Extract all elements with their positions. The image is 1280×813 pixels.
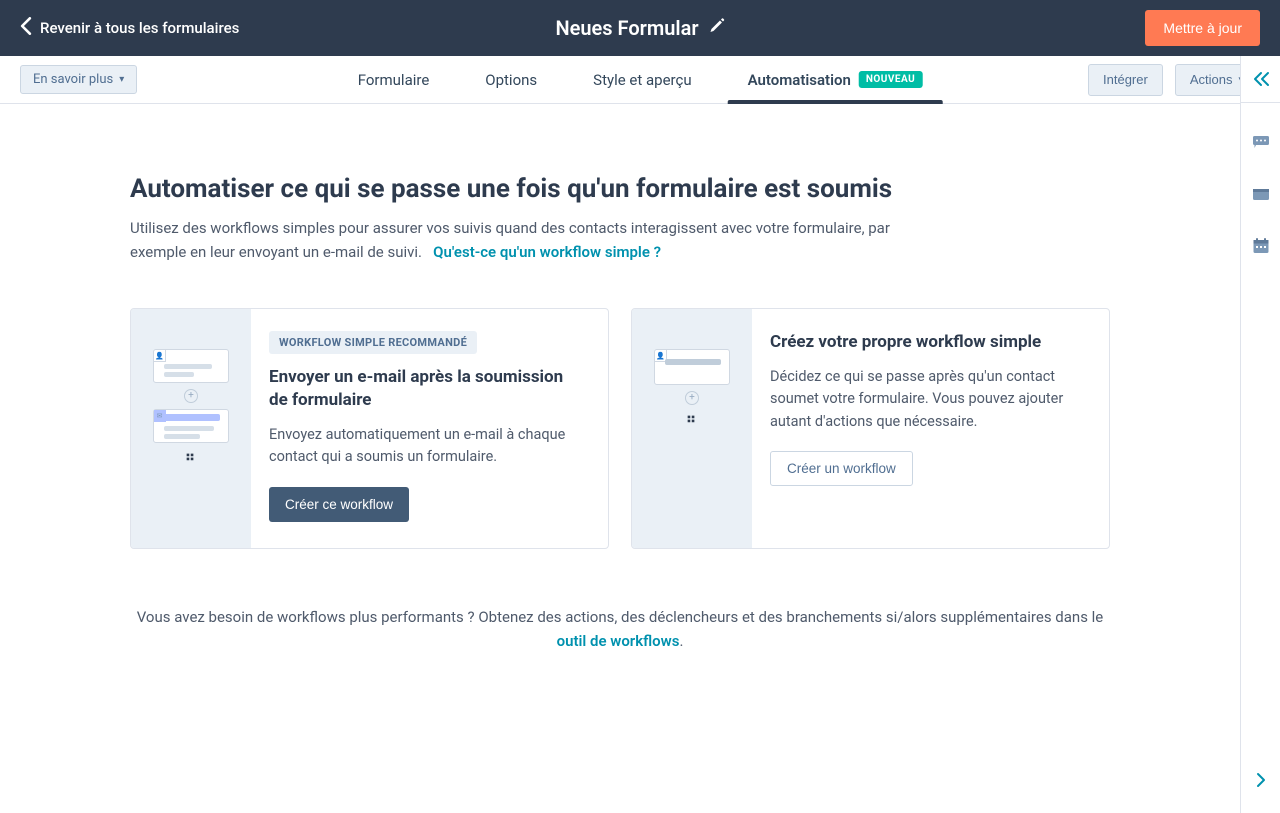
- create-workflow-button[interactable]: Créer un workflow: [770, 451, 913, 486]
- footer-text-after: .: [679, 632, 683, 650]
- custom-workflow-card: 👤 + ⠶ Créez votre propre workflow simple…: [631, 308, 1110, 549]
- tab-style-label: Style et aperçu: [593, 71, 691, 89]
- tab-options[interactable]: Options: [485, 56, 537, 103]
- topbar-right: Mettre à jour: [1145, 10, 1260, 46]
- page-lead: Utilisez des workflows simples pour assu…: [130, 216, 910, 264]
- tab-form[interactable]: Formulaire: [358, 56, 430, 103]
- topbar: Revenir à tous les formulaires Neues For…: [0, 0, 1280, 56]
- tabs: Formulaire Options Style et aperçu Autom…: [358, 56, 923, 103]
- container: Automatiser ce qui se passe une fois qu'…: [130, 174, 1110, 653]
- back-label: Revenir à tous les formulaires: [40, 19, 239, 37]
- subnav-right: Intégrer Actions ▾: [1088, 64, 1260, 96]
- card1-title: Envoyer un e-mail après la soumission de…: [269, 366, 582, 412]
- rail-expand-button[interactable]: [1252, 771, 1270, 793]
- tab-form-label: Formulaire: [358, 71, 430, 89]
- side-rail: [1240, 56, 1280, 813]
- tab-options-label: Options: [485, 71, 537, 89]
- integrate-button[interactable]: Intégrer: [1088, 64, 1163, 96]
- subnav: En savoir plus ▾ Formulaire Options Styl…: [0, 56, 1280, 104]
- rail-chat-icon[interactable]: [1252, 133, 1270, 155]
- form-title: Neues Formular: [555, 16, 698, 40]
- footer-note: Vous avez besoin de workflows plus perfo…: [130, 605, 1110, 653]
- update-button[interactable]: Mettre à jour: [1145, 10, 1260, 46]
- new-badge: NOUVEAU: [859, 71, 922, 88]
- rail-card-icon[interactable]: [1252, 185, 1270, 207]
- rail-collapse-button[interactable]: [1241, 70, 1280, 103]
- create-this-workflow-button[interactable]: Créer ce workflow: [269, 487, 409, 522]
- page-heading: Automatiser ce qui se passe une fois qu'…: [130, 174, 1110, 204]
- learn-more-label: En savoir plus: [33, 72, 113, 87]
- footer-text-before: Vous avez besoin de workflows plus perfo…: [137, 608, 1104, 626]
- learn-more-dropdown[interactable]: En savoir plus ▾: [20, 65, 137, 94]
- recommended-badge: WORKFLOW SIMPLE RECOMMANDÉ: [269, 331, 477, 354]
- main: Automatiser ce qui se passe une fois qu'…: [0, 104, 1240, 653]
- what-is-workflow-link[interactable]: Qu'est-ce qu'un workflow simple ?: [433, 243, 661, 261]
- rail-calendar-icon[interactable]: [1252, 237, 1270, 259]
- card2-desc: Décidez ce qui se passe après qu'un cont…: [770, 366, 1083, 433]
- card2-title: Créez votre propre workflow simple: [770, 331, 1083, 354]
- tab-automation[interactable]: Automatisation NOUVEAU: [748, 56, 923, 103]
- cards-row: 👤 + ✉ ⠶ WORKFLOW SIMPLE RECOMMANDÉ Envoy…: [130, 308, 1110, 549]
- card1-desc: Envoyez automatiquement un e-mail à chaq…: [269, 424, 582, 469]
- title-wrap: Neues Formular: [555, 16, 724, 40]
- card2-illustration: 👤 + ⠶: [632, 309, 752, 548]
- tab-style[interactable]: Style et aperçu: [593, 56, 691, 103]
- back-to-forms-link[interactable]: Revenir à tous les formulaires: [20, 17, 239, 39]
- recommended-workflow-card: 👤 + ✉ ⠶ WORKFLOW SIMPLE RECOMMANDÉ Envoy…: [130, 308, 609, 549]
- chevron-left-icon: [20, 17, 32, 39]
- card1-body: WORKFLOW SIMPLE RECOMMANDÉ Envoyer un e-…: [251, 309, 608, 548]
- card1-illustration: 👤 + ✉ ⠶: [131, 309, 251, 548]
- edit-title-button[interactable]: [709, 18, 725, 38]
- workflows-tool-link[interactable]: outil de workflows: [557, 632, 680, 650]
- tab-automation-label: Automatisation: [748, 71, 851, 89]
- card2-body: Créez votre propre workflow simple Décid…: [752, 309, 1109, 548]
- caret-down-icon: ▾: [119, 74, 124, 85]
- actions-label: Actions: [1190, 72, 1233, 87]
